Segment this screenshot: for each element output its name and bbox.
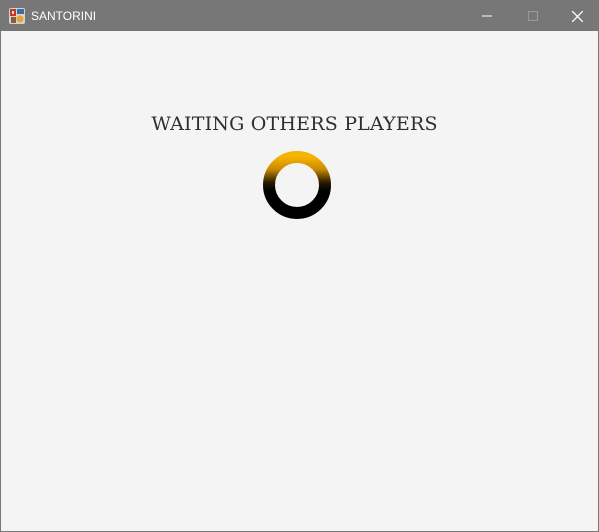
minimize-button[interactable] — [464, 1, 510, 31]
maximize-button[interactable] — [510, 1, 556, 31]
close-button[interactable] — [554, 1, 599, 31]
maximize-icon — [528, 11, 538, 21]
app-window: SANTORINI WAITING OTHERS PLAYERS — [0, 0, 599, 532]
window-title: SANTORINI — [31, 9, 97, 23]
close-icon — [571, 10, 583, 22]
loading-spinner-icon — [263, 151, 331, 219]
title-bar[interactable]: SANTORINI — [1, 1, 598, 31]
minimize-icon — [482, 15, 492, 17]
waiting-status-text: WAITING OTHERS PLAYERS — [151, 113, 438, 135]
main-content: WAITING OTHERS PLAYERS — [1, 31, 598, 531]
santorini-app-icon — [9, 8, 25, 24]
